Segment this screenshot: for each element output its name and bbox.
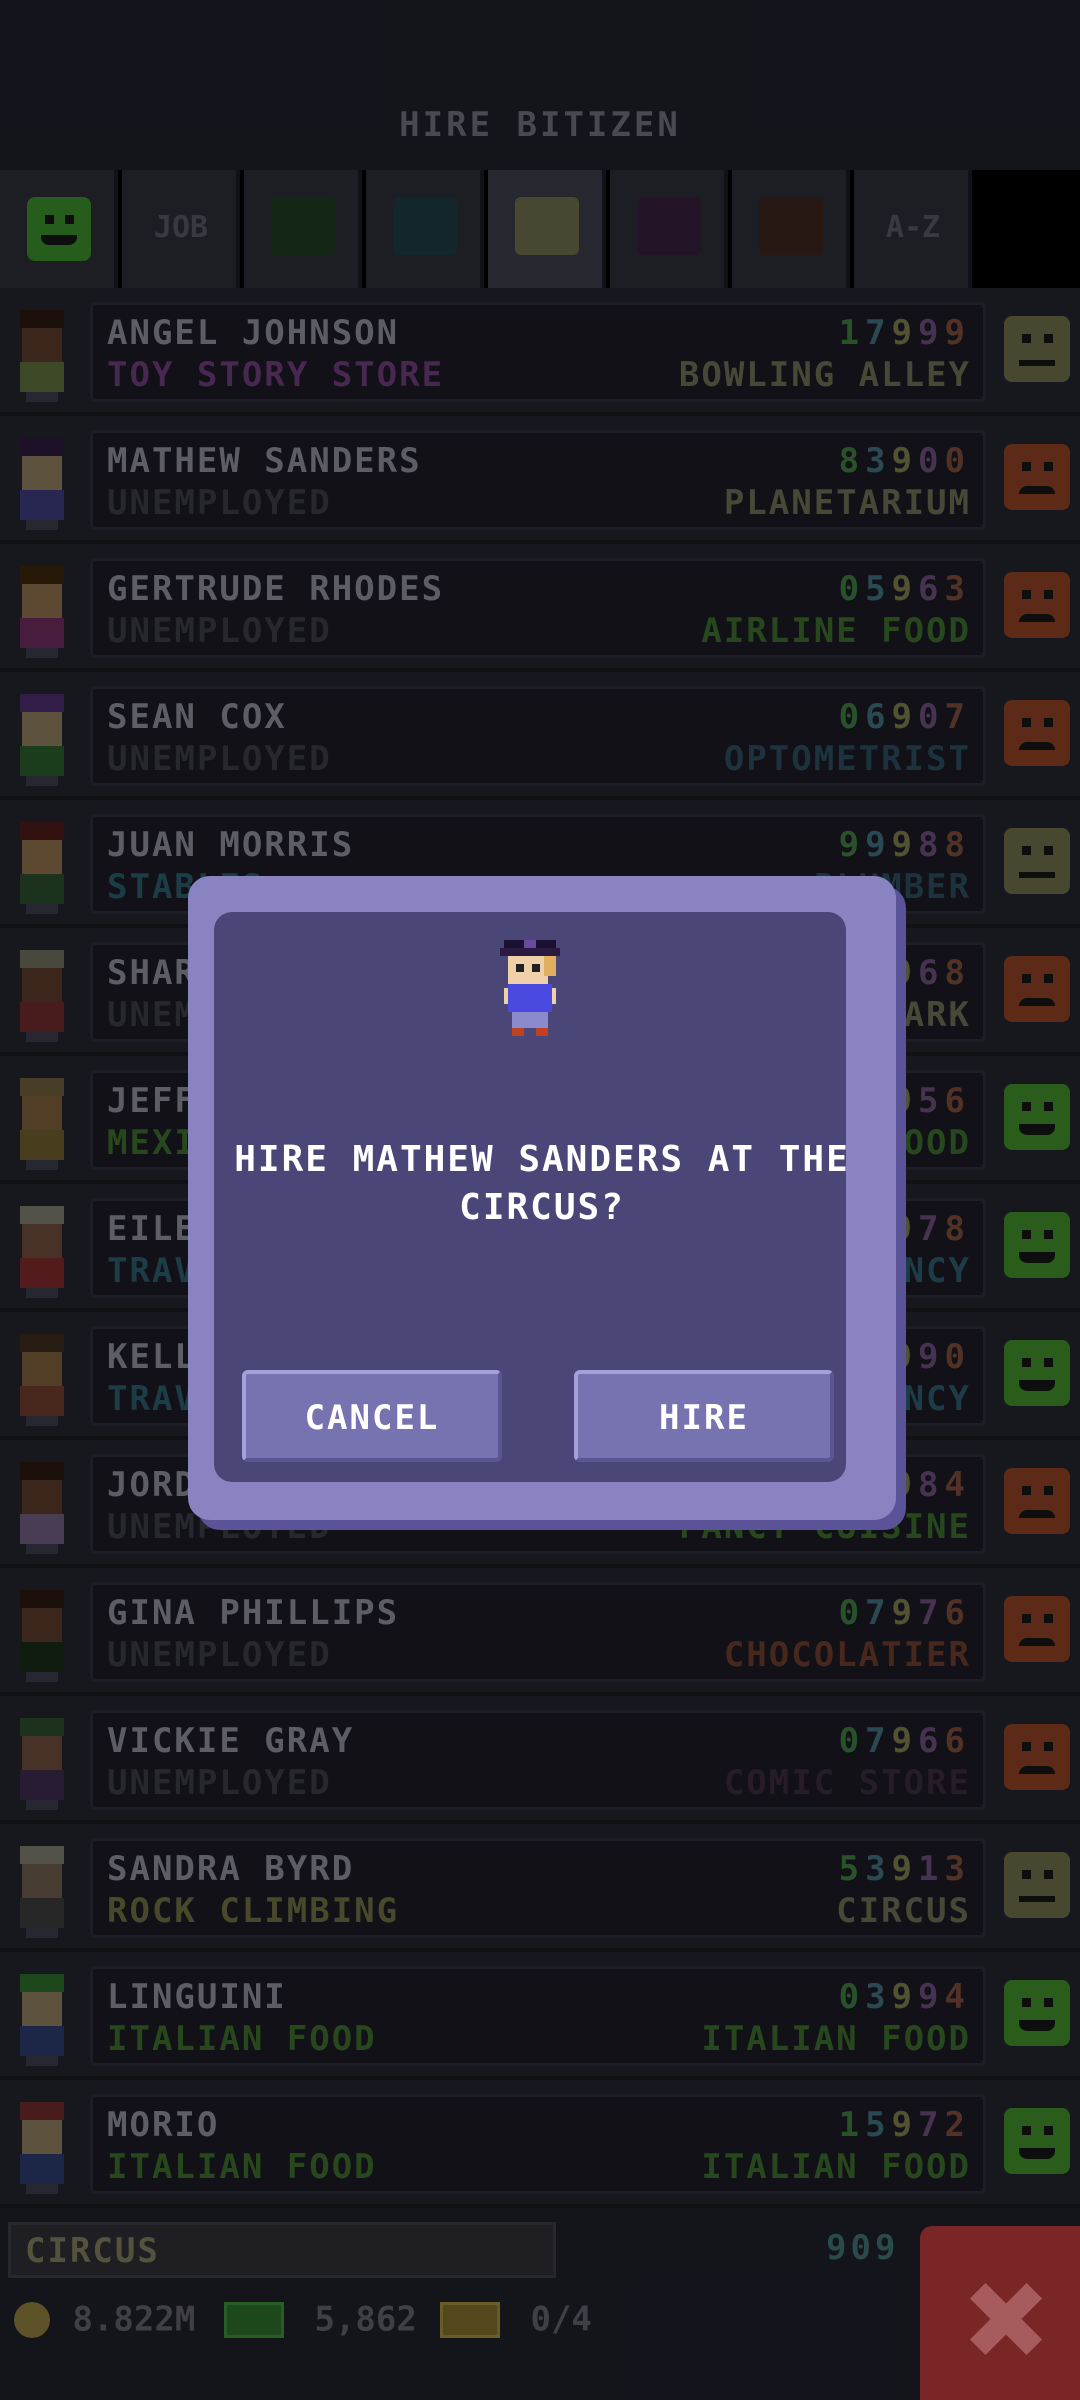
close-button[interactable] <box>920 2226 1080 2400</box>
cancel-button[interactable]: CANCEL <box>242 1370 502 1462</box>
cancel-label: CANCEL <box>304 1398 440 1438</box>
hire-button[interactable]: HIRE <box>574 1370 834 1462</box>
dialog-message: HIRE MATHEW SANDERS AT THE CIRCUS? <box>234 1139 850 1228</box>
hire-label: HIRE <box>659 1398 749 1438</box>
hire-confirm-dialog: HIRE MATHEW SANDERS AT THE CIRCUS? CANCE… <box>188 876 896 1520</box>
bitizen-avatar <box>500 940 560 1036</box>
